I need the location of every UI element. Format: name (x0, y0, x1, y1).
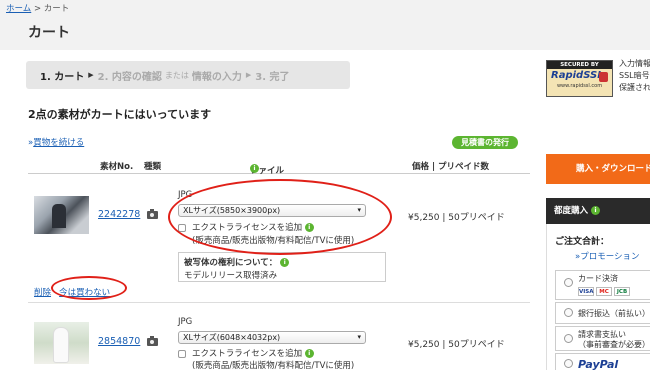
size-select-value: XLサイズ(6048×4032px) (183, 333, 281, 342)
payment-option-label: 銀行振込（前払い） (578, 309, 650, 318)
payment-option-invoice[interactable]: 請求書支払い （事前審査が必要） (555, 326, 650, 351)
breadcrumb-separator: > (33, 4, 42, 14)
camera-icon (147, 336, 158, 346)
per-purchase-section-title: 都度購入 i (546, 198, 650, 224)
info-icon[interactable]: i (250, 164, 259, 173)
header-band (0, 0, 650, 50)
chevron-down-icon: ▾ (357, 333, 361, 341)
visa-icon: VISA (578, 287, 594, 296)
continue-shopping-link[interactable]: »買物を続ける (28, 136, 84, 148)
info-icon[interactable]: i (590, 206, 600, 215)
camera-icon (147, 209, 158, 219)
payment-option-paypal[interactable]: PayPal (555, 353, 650, 370)
step-arrow-icon: ▶ (88, 71, 94, 79)
ssl-text-line: 保護され (619, 83, 650, 92)
order-total-label: ご注文合計： (555, 237, 610, 247)
paypal-logo: PayPal (578, 358, 619, 370)
card-brand-list: VISA MC JCB (578, 286, 632, 296)
extra-license-label: エクストラライセンスを追加 (192, 349, 303, 359)
payment-radio[interactable] (564, 334, 573, 343)
step-or: または (164, 70, 189, 80)
info-icon[interactable]: i (304, 349, 314, 358)
payment-panel: ご注文合計： »プロモーション カード決済 VISA MC JCB 銀行振込（前払い… (546, 224, 650, 370)
extra-license-checkbox[interactable] (178, 349, 186, 358)
ssl-text-line: 入力情報 (619, 59, 650, 68)
payment-radio[interactable] (564, 308, 573, 317)
ssl-seal-top: SECURED BY (547, 61, 612, 69)
header-material-no: 素材No. (100, 162, 134, 172)
step-complete: 3. 完了 (255, 71, 290, 83)
delete-link[interactable]: 削除 (34, 288, 51, 298)
payment-radio[interactable] (564, 278, 573, 287)
payment-option-card[interactable]: カード決済 VISA MC JCB (555, 270, 650, 300)
step-input: 情報の入力 (191, 71, 242, 83)
payment-option-label: カード決済 (578, 274, 618, 283)
header-price: 価格 | プリペイド数 (412, 162, 490, 172)
header-type: 種類 (144, 162, 162, 172)
mastercard-icon: MC (596, 287, 612, 296)
ssl-description: 入力情報 SSL暗号 保護され (619, 58, 650, 94)
subject-rights-title: 被写体の権利について： i (184, 256, 290, 268)
extra-license-option: エクストラライセンスを追加 i (178, 347, 314, 359)
step-confirm: 2. 内容の確認 (97, 71, 162, 83)
item-thumbnail[interactable] (34, 322, 89, 364)
subject-rights-title-text: 被写体の権利について： (184, 258, 278, 268)
lock-icon (599, 72, 608, 82)
subject-rights-box: 被写体の権利について： i モデルリリース取得済み (178, 252, 386, 282)
format-label: JPG (178, 317, 193, 327)
info-icon[interactable]: i (280, 258, 290, 267)
subject-rights-value: モデルリリース取得済み (184, 271, 278, 281)
continue-label: 買物を続ける (33, 138, 85, 148)
payment-option-bank[interactable]: 銀行振込（前払い） (555, 302, 650, 324)
breadcrumb-current: カート (43, 4, 70, 14)
purchase-download-button[interactable]: 購入・ダウンロード (546, 154, 650, 184)
ssl-text-line: SSL暗号 (619, 71, 650, 80)
row-divider (28, 302, 530, 303)
step-arrow-icon: ▶ (245, 71, 252, 79)
item-price: ¥5,250 | 50プリペイド (408, 340, 505, 350)
material-no-link[interactable]: 2242278 (98, 209, 140, 220)
item-price: ¥5,250 | 50プリペイド (408, 213, 505, 223)
payment-radio[interactable] (564, 359, 573, 368)
issue-quote-button[interactable]: 見積書の発行 (452, 136, 518, 149)
ssl-seal[interactable]: SECURED BY RapidSSL www.rapidssl.com (546, 60, 613, 97)
promotion-link[interactable]: »プロモーション (575, 250, 640, 262)
checkout-steps: 1. カート ▶ 2. 内容の確認 または 情報の入力 ▶ 3. 完了 (26, 61, 350, 89)
size-select[interactable]: XLサイズ(6048×4032px) ▾ (178, 331, 366, 344)
payment-option-sublabel: （事前審査が必要） (578, 340, 650, 349)
material-no-link[interactable]: 2854870 (98, 336, 140, 347)
item-thumbnail[interactable] (34, 196, 89, 234)
cart-table-header: 素材No. 種類 ファイル i 価格 | プリペイド数 (28, 156, 530, 176)
annotation-circle-not-now (51, 276, 127, 300)
ssl-seal-url: www.rapidssl.com (556, 83, 603, 89)
jcb-icon: JCB (614, 287, 630, 296)
cart-count-heading: 2点の素材がカートにはいっています (28, 108, 212, 121)
breadcrumb: ホーム > カート (6, 2, 69, 14)
per-purchase-title-text: 都度購入 (554, 206, 589, 216)
step-cart: 1. カート (40, 71, 85, 83)
extra-license-note: (販売商品/販売出版物/有料配信/TVに使用) (192, 361, 355, 370)
page-title: カート (28, 25, 70, 41)
breadcrumb-home-link[interactable]: ホーム (6, 4, 31, 14)
annotation-circle-file-options (168, 179, 392, 255)
